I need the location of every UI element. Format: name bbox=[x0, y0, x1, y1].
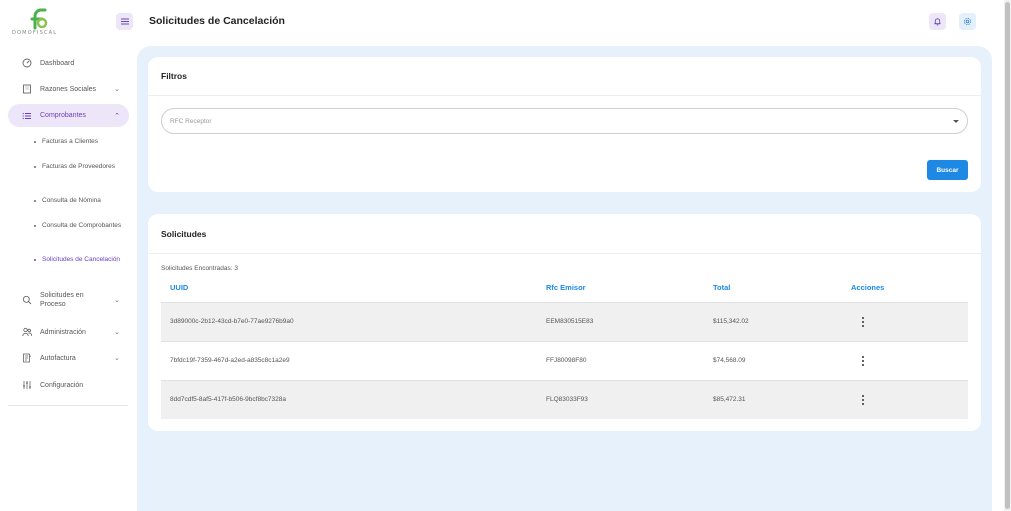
sidebar-subitem-label: Solicitudes de Cancelación bbox=[42, 256, 121, 263]
more-actions-icon[interactable] bbox=[861, 395, 865, 405]
dashboard-icon bbox=[21, 57, 33, 69]
notifications-button[interactable] bbox=[929, 13, 946, 30]
page-scrollbar[interactable] bbox=[1004, 0, 1011, 511]
sidebar-subitem-facturas-clientes[interactable]: Facturas a Clientes bbox=[34, 137, 124, 146]
more-actions-icon[interactable] bbox=[861, 356, 865, 366]
rfc-receptor-placeholder: RFC Receptor bbox=[170, 118, 212, 125]
building-icon bbox=[21, 83, 33, 95]
sidebar-subitem-consulta-nomina[interactable]: Consulta de Nómina bbox=[34, 196, 124, 205]
sidebar-item-comprobantes[interactable]: Comprobantes ⌃ bbox=[8, 104, 129, 127]
invoice-icon bbox=[21, 352, 33, 364]
sidebar: DOMOFISCAL Dashboard Razones Sociales ⌄ … bbox=[0, 0, 137, 511]
table-row: 8dd7cdf5-8af5-417f-b506-9bcf8bc7328a FLQ… bbox=[161, 381, 968, 419]
column-header-acciones: Acciones bbox=[851, 283, 885, 292]
bullet-icon bbox=[34, 258, 36, 261]
filters-title: Filtros bbox=[161, 71, 187, 81]
logo[interactable]: DOMOFISCAL bbox=[10, 8, 70, 38]
sidebar-subitem-solicitudes-cancelacion[interactable]: Solicitudes de Cancelación bbox=[34, 255, 124, 264]
sidebar-divider bbox=[8, 405, 128, 406]
card-divider bbox=[148, 253, 981, 254]
sidebar-subitem-facturas-proveedores[interactable]: Facturas de Proveedores bbox=[34, 162, 124, 171]
total-cell: $115,342.02 bbox=[713, 318, 749, 325]
card-divider bbox=[148, 95, 981, 96]
chevron-down-icon: ⌄ bbox=[114, 297, 120, 304]
bullet-icon bbox=[34, 165, 36, 168]
uuid-cell: 3d89000c-2b12-43cd-b7e0-77ae9276b9a0 bbox=[170, 318, 294, 325]
users-icon bbox=[21, 326, 33, 338]
table-row: 3d89000c-2b12-43cd-b7e0-77ae9276b9a0 EEM… bbox=[161, 303, 968, 341]
hamburger-icon bbox=[120, 21, 129, 22]
results-count: Solicitudes Encontradas: 3 bbox=[161, 265, 238, 272]
sidebar-item-label: Dashboard bbox=[40, 59, 75, 67]
logo-icon bbox=[30, 8, 48, 30]
app: DOMOFISCAL Dashboard Razones Sociales ⌄ … bbox=[0, 0, 1011, 511]
column-header-rfc-emisor[interactable]: Rfc Emisor bbox=[546, 283, 586, 292]
rfc-cell: FLQ83033F93 bbox=[546, 396, 588, 403]
search-button[interactable]: Buscar bbox=[927, 160, 968, 180]
sidebar-subitem-label: Consulta de Nómina bbox=[42, 197, 101, 204]
search-icon bbox=[21, 294, 33, 306]
bullet-icon bbox=[34, 224, 36, 227]
requests-card: Solicitudes Solicitudes Encontradas: 3 U… bbox=[148, 214, 981, 431]
chevron-up-icon: ⌃ bbox=[114, 112, 120, 120]
column-header-uuid[interactable]: UUID bbox=[170, 283, 188, 292]
bullet-icon bbox=[34, 199, 36, 202]
main-content: Filtros RFC Receptor Buscar Solicitudes … bbox=[137, 46, 992, 511]
sidebar-item-administracion[interactable]: Administración ⌄ bbox=[8, 324, 129, 340]
rfc-cell: FFJ80098F80 bbox=[546, 357, 587, 364]
caret-down-icon bbox=[953, 120, 959, 123]
sidebar-subitem-consulta-comprobantes[interactable]: Consulta de Comprobantes bbox=[34, 221, 124, 230]
settings-button[interactable] bbox=[959, 13, 976, 30]
sidebar-subitem-label: Consulta de Comprobantes bbox=[42, 222, 122, 229]
sidebar-subitem-label: Facturas a Clientes bbox=[42, 138, 98, 145]
chevron-down-icon: ⌄ bbox=[114, 86, 120, 93]
sidebar-item-label: Configuración bbox=[40, 381, 84, 389]
scrollbar-thumb[interactable] bbox=[1005, 2, 1010, 509]
bullet-icon bbox=[34, 140, 36, 143]
total-cell: $74,568.09 bbox=[713, 357, 746, 364]
rfc-receptor-select[interactable]: RFC Receptor bbox=[161, 108, 968, 134]
sidebar-item-solicitudes-proceso[interactable]: Solicitudes en Proceso ⌄ bbox=[8, 290, 129, 310]
sidebar-item-label: Comprobantes bbox=[40, 112, 86, 119]
list-icon bbox=[21, 110, 33, 122]
sidebar-item-dashboard[interactable]: Dashboard bbox=[8, 55, 129, 71]
menu-toggle-button[interactable] bbox=[116, 13, 133, 30]
bell-icon bbox=[934, 18, 941, 26]
total-cell: $85,472.31 bbox=[713, 396, 746, 403]
page-title: Solicitudes de Cancelación bbox=[149, 15, 285, 27]
more-actions-icon[interactable] bbox=[861, 317, 865, 327]
sidebar-item-razones-sociales[interactable]: Razones Sociales ⌄ bbox=[8, 81, 129, 97]
sidebar-item-label: Razones Sociales bbox=[40, 85, 97, 93]
uuid-cell: 7bfdc19f-7359-467d-a2ed-a835c8c1a2e9 bbox=[170, 357, 290, 364]
rfc-cell: EEM830515E83 bbox=[546, 318, 594, 325]
sidebar-item-label: Autofactura bbox=[40, 354, 76, 362]
filters-card: Filtros RFC Receptor Buscar bbox=[148, 57, 981, 192]
column-header-total: Total bbox=[713, 283, 731, 292]
requests-title: Solicitudes bbox=[161, 229, 207, 239]
sidebar-subitem-label: Facturas de Proveedores bbox=[42, 163, 115, 170]
uuid-cell: 8dd7cdf5-8af5-417f-b506-9bcf8bc7328a bbox=[170, 396, 287, 403]
sidebar-item-autofactura[interactable]: Autofactura ⌄ bbox=[8, 350, 129, 366]
table-row: 7bfdc19f-7359-467d-a2ed-a835c8c1a2e9 FFJ… bbox=[161, 342, 968, 380]
sidebar-item-label: Solicitudes en Proceso bbox=[40, 292, 84, 308]
chevron-down-icon: ⌄ bbox=[114, 355, 120, 362]
gear-icon bbox=[963, 17, 972, 26]
sidebar-item-label: Administración bbox=[40, 328, 86, 336]
chevron-down-icon: ⌄ bbox=[114, 329, 120, 336]
sidebar-item-configuracion[interactable]: Configuración bbox=[8, 377, 129, 393]
logo-text: DOMOFISCAL bbox=[12, 30, 58, 36]
sliders-icon bbox=[21, 379, 33, 391]
